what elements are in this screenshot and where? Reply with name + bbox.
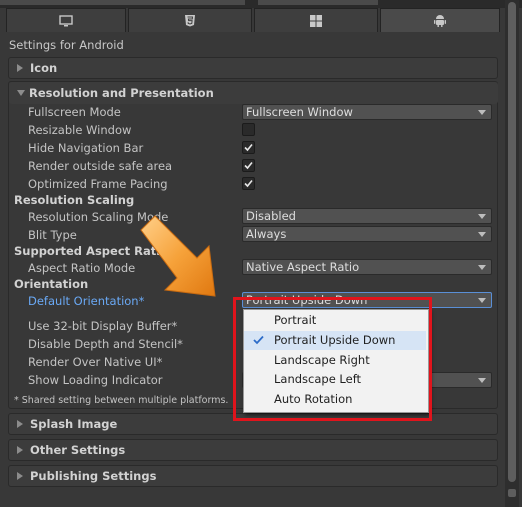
shared-setting-note: * Shared setting between multiple platfo… bbox=[14, 395, 229, 406]
chevron-down-icon bbox=[478, 110, 486, 115]
tab-windows[interactable] bbox=[254, 8, 378, 32]
disable-depth-label: Disable Depth and Stencil* bbox=[28, 337, 183, 351]
orientation-option-portrait[interactable]: Portrait bbox=[244, 311, 426, 330]
orientation-option-landscape-left[interactable]: Landscape Left bbox=[244, 370, 426, 389]
orientation-option-landscape-right[interactable]: Landscape Right bbox=[244, 351, 426, 370]
resizable-window-label: Resizable Window bbox=[28, 123, 132, 137]
tab-webgl[interactable] bbox=[128, 8, 252, 32]
orientation-option-auto-rotation[interactable]: Auto Rotation bbox=[244, 390, 426, 409]
blit-type-dropdown[interactable]: Always bbox=[242, 226, 492, 242]
chevron-down-icon bbox=[478, 214, 486, 219]
chevron-down-icon bbox=[478, 378, 486, 383]
render-outside-label: Render outside safe area bbox=[28, 159, 173, 173]
tab-standalone[interactable] bbox=[6, 8, 126, 32]
section-splash[interactable]: Splash Image bbox=[8, 413, 498, 435]
monitor-icon bbox=[59, 14, 73, 27]
orientation-option-portrait-upside-down[interactable]: Portrait Upside Down bbox=[244, 331, 426, 350]
fullscreen-mode-dropdown[interactable]: Fullscreen Window bbox=[242, 104, 492, 120]
pointer-arrow-icon bbox=[140, 215, 216, 297]
blit-type-value: Always bbox=[246, 227, 287, 241]
tab-android[interactable] bbox=[380, 8, 500, 32]
top-strip-left-block bbox=[0, 0, 245, 5]
chevron-down-icon bbox=[478, 298, 486, 303]
default-orientation-value: Portrait Upside Down bbox=[246, 293, 368, 307]
chevron-down-icon bbox=[478, 232, 486, 237]
render-outside-checkbox[interactable] bbox=[242, 159, 255, 172]
section-splash-label: Splash Image bbox=[30, 417, 118, 431]
checkmark-icon bbox=[253, 335, 264, 345]
section-publishing[interactable]: Publishing Settings bbox=[8, 465, 498, 487]
fullscreen-mode-label: Fullscreen Mode bbox=[28, 105, 121, 119]
chevron-down-icon bbox=[478, 265, 486, 270]
orientation-header: Orientation bbox=[14, 277, 89, 291]
section-other[interactable]: Other Settings bbox=[8, 439, 498, 461]
collapse-arrow-icon bbox=[17, 90, 25, 96]
expand-arrow-icon bbox=[17, 420, 23, 428]
optimized-pacing-checkbox[interactable] bbox=[242, 177, 255, 190]
top-strip-right-block bbox=[258, 0, 378, 5]
section-other-label: Other Settings bbox=[30, 443, 126, 457]
show-loading-label: Show Loading Indicator bbox=[28, 373, 163, 387]
optimized-pacing-label: Optimized Frame Pacing bbox=[28, 177, 168, 191]
checkmark-icon bbox=[244, 143, 253, 152]
android-icon bbox=[434, 14, 446, 27]
scrollbar-thumb[interactable] bbox=[508, 2, 516, 482]
section-resolution[interactable]: Resolution and Presentation bbox=[9, 82, 498, 104]
fullscreen-mode-value: Fullscreen Window bbox=[246, 105, 353, 119]
section-publishing-label: Publishing Settings bbox=[30, 469, 157, 483]
render-over-native-label: Render Over Native UI* bbox=[28, 355, 163, 369]
expand-arrow-icon bbox=[17, 472, 23, 480]
resize-corner-icon bbox=[508, 489, 516, 497]
hide-nav-bar-label: Hide Navigation Bar bbox=[28, 141, 144, 155]
aspect-ratio-mode-dropdown[interactable]: Native Aspect Ratio bbox=[242, 259, 492, 275]
orientation-popup-menu: Portrait Portrait Upside Down Landscape … bbox=[243, 309, 429, 413]
blit-type-label: Blit Type bbox=[28, 228, 77, 242]
hide-nav-bar-checkbox[interactable] bbox=[242, 141, 255, 154]
resolution-scaling-mode-dropdown[interactable]: Disabled bbox=[242, 208, 492, 224]
default-orientation-label: Default Orientation* bbox=[28, 294, 145, 308]
expand-arrow-icon bbox=[17, 64, 23, 72]
resolution-scaling-mode-value: Disabled bbox=[246, 209, 296, 223]
section-icon-label: Icon bbox=[30, 61, 58, 75]
expand-arrow-icon bbox=[17, 446, 23, 454]
section-resolution-label: Resolution and Presentation bbox=[29, 86, 214, 100]
settings-title: Settings for Android bbox=[9, 38, 124, 52]
html5-icon bbox=[184, 14, 196, 27]
resizable-window-checkbox[interactable] bbox=[242, 123, 255, 136]
use-32bit-label: Use 32-bit Display Buffer* bbox=[28, 319, 178, 333]
default-orientation-dropdown[interactable]: Portrait Upside Down bbox=[242, 292, 492, 308]
checkmark-icon bbox=[244, 161, 253, 170]
checkmark-icon bbox=[244, 179, 253, 188]
section-icon[interactable]: Icon bbox=[8, 57, 498, 79]
windows-icon bbox=[310, 14, 322, 27]
resolution-scaling-header: Resolution Scaling bbox=[14, 193, 135, 207]
aspect-ratio-mode-value: Native Aspect Ratio bbox=[246, 260, 360, 274]
aspect-ratio-mode-label: Aspect Ratio Mode bbox=[28, 261, 136, 275]
